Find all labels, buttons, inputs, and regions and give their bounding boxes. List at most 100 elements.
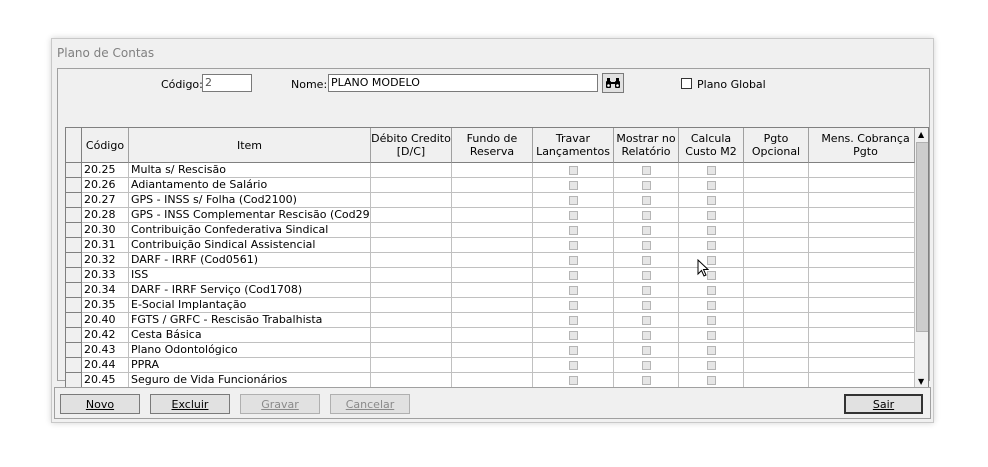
- grid-cell[interactable]: [679, 268, 744, 283]
- grid-cell[interactable]: [744, 193, 809, 208]
- grid-cell[interactable]: [809, 178, 915, 193]
- vertical-scroll-thumb[interactable]: [916, 142, 928, 332]
- grid-cell[interactable]: [452, 208, 533, 223]
- grid-cell[interactable]: [744, 223, 809, 238]
- codigo-cell[interactable]: 20.25: [82, 163, 129, 178]
- column-header[interactable]: Travar Lançamentos: [533, 128, 614, 163]
- grid-cell[interactable]: [809, 163, 915, 178]
- grid-cell[interactable]: [452, 178, 533, 193]
- checkbox-cell[interactable]: [569, 226, 578, 235]
- grid-cell[interactable]: [809, 223, 915, 238]
- grid-cell[interactable]: [533, 208, 614, 223]
- checkbox-cell[interactable]: [707, 196, 716, 205]
- row-indicator[interactable]: [66, 163, 82, 178]
- checkbox-cell[interactable]: [707, 376, 716, 385]
- item-cell[interactable]: ISS: [129, 268, 371, 283]
- grid-cell[interactable]: [679, 343, 744, 358]
- column-header[interactable]: Débito Credito [D/C]: [371, 128, 452, 163]
- item-cell[interactable]: Cesta Básica: [129, 328, 371, 343]
- grid-cell[interactable]: [614, 343, 679, 358]
- grid-cell[interactable]: [744, 238, 809, 253]
- grid-cell[interactable]: [744, 328, 809, 343]
- codigo-cell[interactable]: 20.32: [82, 253, 129, 268]
- item-cell[interactable]: DARF - IRRF (Cod0561): [129, 253, 371, 268]
- grid-cell[interactable]: [533, 358, 614, 373]
- grid-cell[interactable]: [744, 253, 809, 268]
- excluir-button[interactable]: Excluir: [150, 394, 230, 414]
- checkbox-cell[interactable]: [642, 226, 651, 235]
- grid-cell[interactable]: [371, 193, 452, 208]
- column-header[interactable]: Fundo de Reserva: [452, 128, 533, 163]
- grid-cell[interactable]: [614, 178, 679, 193]
- search-button[interactable]: [602, 73, 624, 93]
- column-header[interactable]: Mostrar no Relatório: [614, 128, 679, 163]
- row-indicator[interactable]: [66, 208, 82, 223]
- contas-grid[interactable]: Código Item Débito Credito [D/C] Fundo de R…: [65, 127, 929, 406]
- grid-cell[interactable]: [533, 193, 614, 208]
- grid-cell[interactable]: [452, 298, 533, 313]
- grid-cell[interactable]: [744, 208, 809, 223]
- grid-cell[interactable]: [614, 238, 679, 253]
- row-indicator[interactable]: [66, 343, 82, 358]
- grid-cell[interactable]: [371, 328, 452, 343]
- grid-cell[interactable]: [452, 373, 533, 388]
- grid-cell[interactable]: [744, 178, 809, 193]
- item-cell[interactable]: Plano Odontológico: [129, 343, 371, 358]
- checkbox-cell[interactable]: [707, 286, 716, 295]
- checkbox-cell[interactable]: [569, 376, 578, 385]
- table-row[interactable]: 20.32 DARF - IRRF (Cod0561): [66, 253, 915, 268]
- checkbox-cell[interactable]: [569, 196, 578, 205]
- table-row[interactable]: 20.27 GPS - INSS s/ Folha (Cod2100): [66, 193, 915, 208]
- grid-cell[interactable]: [809, 208, 915, 223]
- grid-cell[interactable]: [614, 268, 679, 283]
- checkbox-cell[interactable]: [642, 346, 651, 355]
- codigo-cell[interactable]: 20.43: [82, 343, 129, 358]
- grid-cell[interactable]: [679, 283, 744, 298]
- grid-cell[interactable]: [371, 313, 452, 328]
- grid-cell[interactable]: [744, 373, 809, 388]
- checkbox-cell[interactable]: [642, 301, 651, 310]
- column-header[interactable]: Calcula Custo M2: [679, 128, 744, 163]
- grid-cell[interactable]: [533, 298, 614, 313]
- table-row[interactable]: 20.31 Contribuição Sindical Assistencial: [66, 238, 915, 253]
- grid-cell[interactable]: [533, 328, 614, 343]
- table-row[interactable]: 20.42 Cesta Básica: [66, 328, 915, 343]
- row-indicator[interactable]: [66, 178, 82, 193]
- grid-cell[interactable]: [533, 373, 614, 388]
- row-indicator[interactable]: [66, 193, 82, 208]
- grid-cell[interactable]: [371, 283, 452, 298]
- codigo-cell[interactable]: 20.42: [82, 328, 129, 343]
- grid-cell[interactable]: [533, 283, 614, 298]
- grid-cell[interactable]: [533, 253, 614, 268]
- grid-cell[interactable]: [744, 343, 809, 358]
- grid-cell[interactable]: [452, 358, 533, 373]
- table-row[interactable]: 20.44 PPRA: [66, 358, 915, 373]
- grid-cell[interactable]: [452, 238, 533, 253]
- item-cell[interactable]: PPRA: [129, 358, 371, 373]
- grid-cell[interactable]: [614, 193, 679, 208]
- grid-cell[interactable]: [679, 328, 744, 343]
- grid-cell[interactable]: [452, 223, 533, 238]
- row-indicator[interactable]: [66, 328, 82, 343]
- codigo-cell[interactable]: 20.44: [82, 358, 129, 373]
- checkbox-cell[interactable]: [642, 331, 651, 340]
- checkbox-cell[interactable]: [569, 256, 578, 265]
- item-cell[interactable]: E-Social Implantação: [129, 298, 371, 313]
- grid-cell[interactable]: [533, 178, 614, 193]
- item-cell[interactable]: Contribuição Confederativa Sindical: [129, 223, 371, 238]
- grid-cell[interactable]: [533, 313, 614, 328]
- checkbox-cell[interactable]: [642, 211, 651, 220]
- grid-cell[interactable]: [809, 373, 915, 388]
- grid-cell[interactable]: [679, 208, 744, 223]
- table-row[interactable]: 20.33 ISS: [66, 268, 915, 283]
- grid-cell[interactable]: [809, 313, 915, 328]
- row-indicator[interactable]: [66, 268, 82, 283]
- checkbox-cell[interactable]: [707, 226, 716, 235]
- checkbox-cell[interactable]: [707, 361, 716, 370]
- checkbox-cell[interactable]: [569, 211, 578, 220]
- item-cell[interactable]: Multa s/ Rescisão: [129, 163, 371, 178]
- codigo-cell[interactable]: 20.40: [82, 313, 129, 328]
- checkbox-cell[interactable]: [707, 331, 716, 340]
- grid-cell[interactable]: [371, 373, 452, 388]
- grid-cell[interactable]: [533, 268, 614, 283]
